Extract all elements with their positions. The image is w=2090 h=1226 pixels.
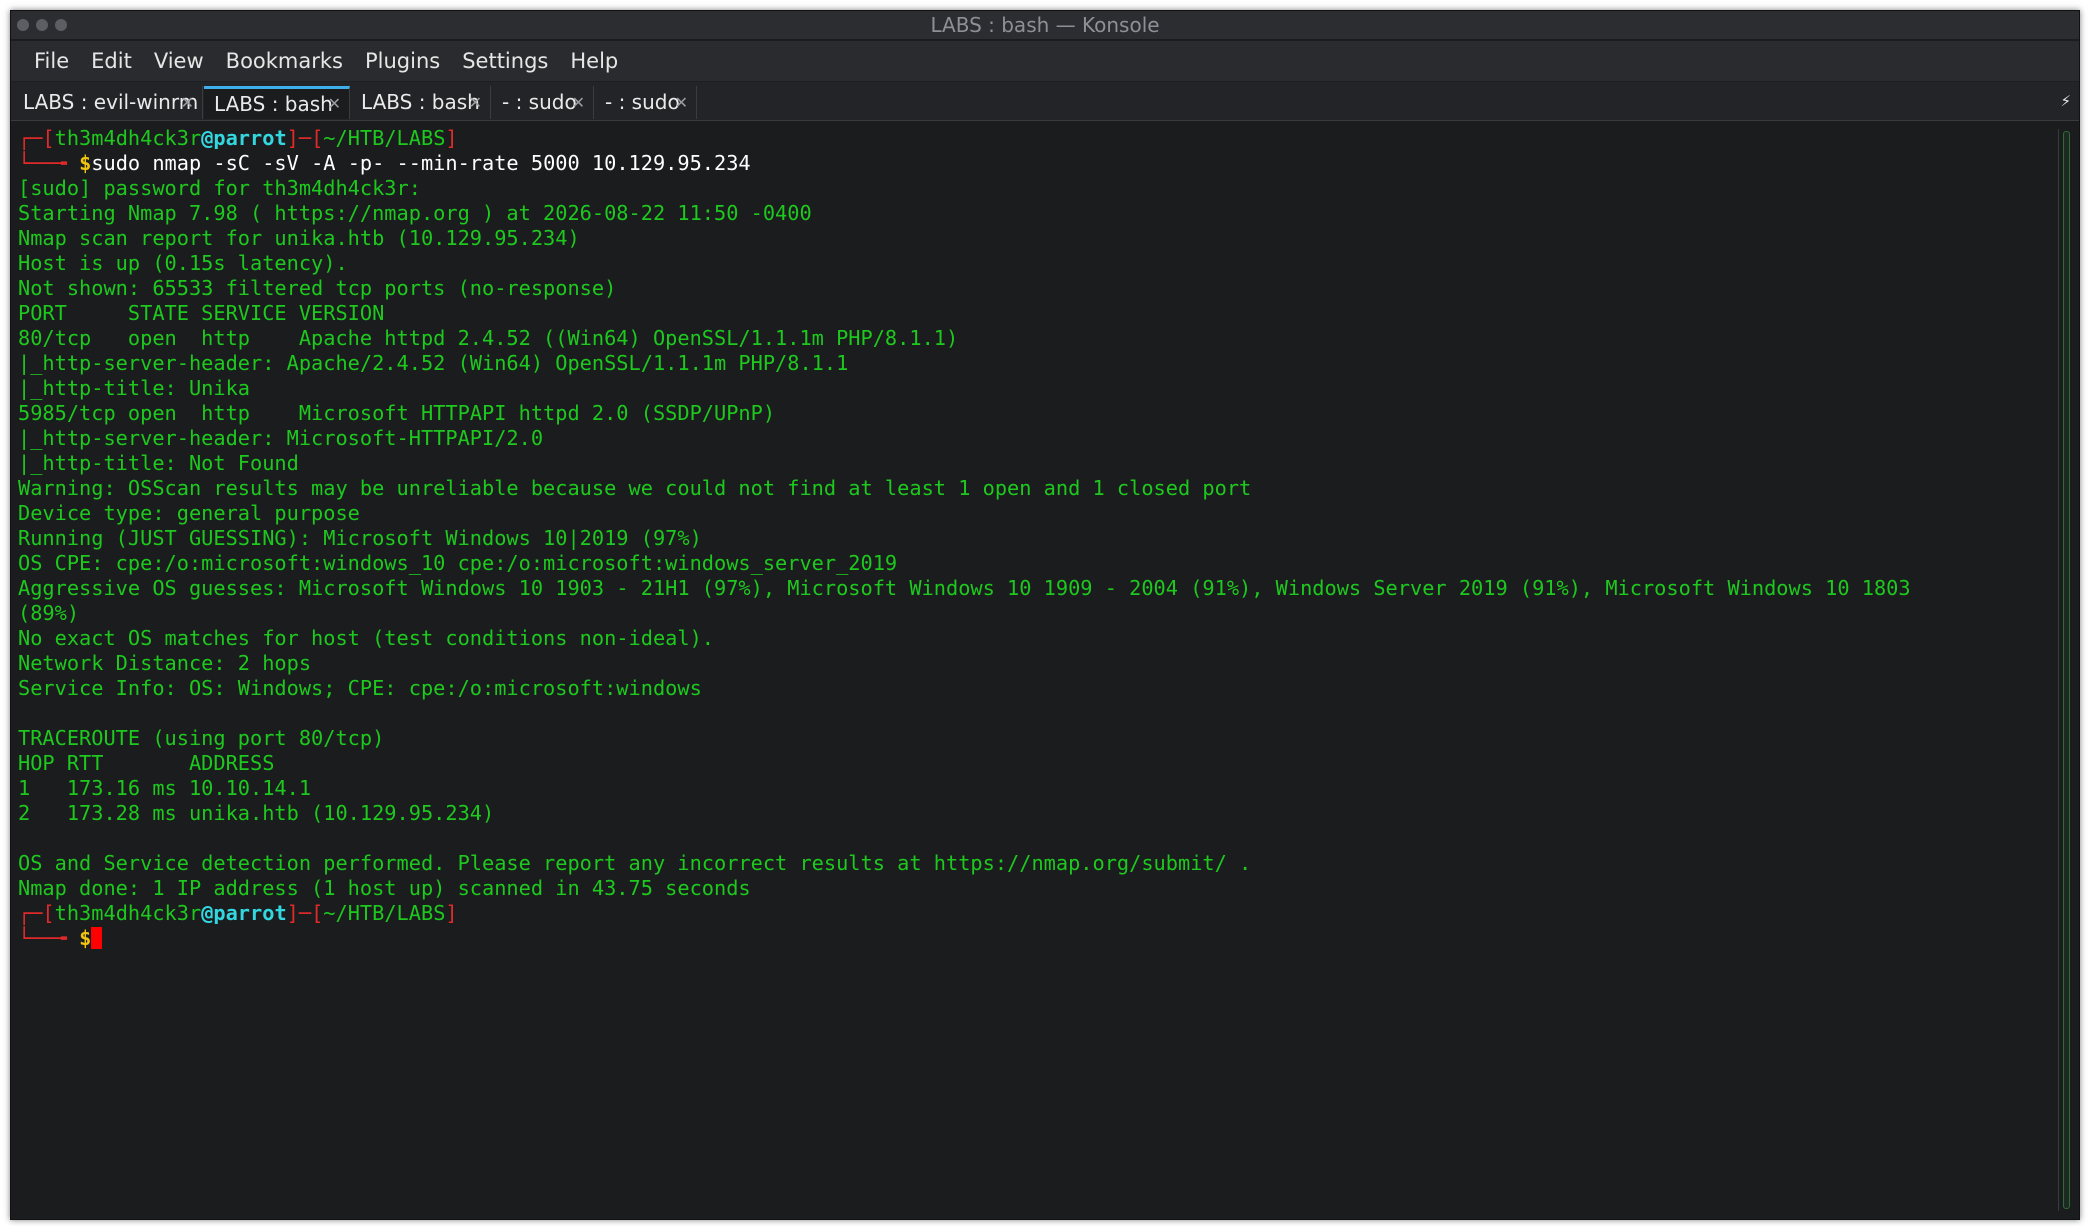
- close-icon[interactable]: ✕: [328, 89, 341, 119]
- output-line: Not shown: 65533 filtered tcp ports (no-…: [18, 276, 617, 300]
- terminal-area[interactable]: ┌─[th3m4dh4ck3r@parrot]─[~/HTB/LABS] └──…: [11, 121, 2051, 1219]
- menu-settings[interactable]: Settings: [451, 41, 559, 81]
- menu-bookmarks[interactable]: Bookmarks: [215, 41, 354, 81]
- prompt-at: @: [201, 126, 214, 150]
- menu-plugins[interactable]: Plugins: [354, 41, 451, 81]
- output-line: [sudo] password for th3m4dh4ck3r:: [18, 176, 421, 200]
- output-line: |_http-title: Unika: [18, 376, 250, 400]
- prompt-host: parrot: [213, 901, 287, 925]
- output-line: TRACEROUTE (using port 80/tcp): [18, 726, 385, 750]
- output-line: Running (JUST GUESSING): Microsoft Windo…: [18, 526, 702, 550]
- menu-help[interactable]: Help: [559, 41, 629, 81]
- menu-edit[interactable]: Edit: [80, 41, 143, 81]
- menu-file[interactable]: File: [23, 41, 80, 81]
- prompt-user: th3m4dh4ck3r: [54, 126, 202, 150]
- scrollbar-thumb[interactable]: [2063, 131, 2070, 1209]
- output-line: |_http-server-header: Microsoft-HTTPAPI/…: [18, 426, 544, 450]
- input-line[interactable]: └──╼ $: [18, 926, 103, 951]
- menu-bar: File Edit View Bookmarks Plugins Setting…: [11, 41, 2079, 82]
- tab-label: LABS : bash: [361, 90, 480, 114]
- prompt-at: @: [201, 901, 214, 925]
- close-icon[interactable]: ✕: [572, 86, 585, 119]
- output-line: Aggressive OS guesses: Microsoft Windows…: [18, 576, 1911, 600]
- close-icon[interactable]: ✕: [675, 86, 688, 119]
- prompt-symbol: $: [79, 926, 92, 950]
- close-icon[interactable]: ✕: [469, 86, 482, 119]
- output-line: Warning: OSScan results may be unreliabl…: [18, 476, 1252, 500]
- tab-label: LABS : bash: [214, 92, 333, 116]
- close-icon[interactable]: ✕: [181, 86, 194, 119]
- tab-label: - : sudo: [502, 90, 577, 114]
- tab-label: LABS : evil-winrm: [23, 90, 199, 114]
- output-line: Device type: general purpose: [18, 501, 360, 525]
- window-title: LABS : bash — Konsole: [930, 13, 1160, 37]
- output-line: HOP RTT ADDRESS: [18, 751, 275, 775]
- minimize-window-button[interactable]: [36, 19, 48, 31]
- prompt-line: ┌─[th3m4dh4ck3r@parrot]─[~/HTB/LABS]: [18, 901, 458, 925]
- output-line: |_http-server-header: Apache/2.4.52 (Win…: [18, 351, 849, 375]
- prompt-line: ┌─[th3m4dh4ck3r@parrot]─[~/HTB/LABS]: [18, 126, 458, 150]
- prompt-host: parrot: [213, 126, 287, 150]
- prompt-symbol: $: [79, 151, 92, 175]
- prompt-path: ~/HTB/LABS: [323, 126, 446, 150]
- output-line: No exact OS matches for host (test condi…: [18, 626, 714, 650]
- tab-bash-active[interactable]: LABS : bash ✕: [204, 86, 350, 119]
- title-bar[interactable]: LABS : bash — Konsole: [11, 11, 2079, 39]
- quick-commands-icon[interactable]: ⚡: [2060, 92, 2071, 110]
- output-line: 80/tcp open http Apache httpd 2.4.52 ((W…: [18, 326, 959, 350]
- maximize-window-button[interactable]: [55, 19, 67, 31]
- output-line: OS and Service detection performed. Plea…: [18, 851, 1252, 875]
- prompt-user: th3m4dh4ck3r: [54, 901, 202, 925]
- command-line: └──╼ $sudo nmap -sC -sV -A -p- --min-rat…: [18, 151, 751, 175]
- output-line: Nmap done: 1 IP address (1 host up) scan…: [18, 876, 751, 900]
- tab-sudo-2[interactable]: - : sudo ✕: [595, 86, 697, 119]
- output-line: PORT STATE SERVICE VERSION: [18, 301, 385, 325]
- prompt-path: ~/HTB/LABS: [323, 901, 446, 925]
- tab-evil-winrm[interactable]: LABS : evil-winrm ✕: [13, 86, 203, 119]
- output-line: OS CPE: cpe:/o:microsoft:windows_10 cpe:…: [18, 551, 898, 575]
- output-line: Host is up (0.15s latency).: [18, 251, 348, 275]
- tab-bar: LABS : evil-winrm ✕ LABS : bash ✕ LABS :…: [11, 82, 2079, 121]
- window-controls: [17, 19, 67, 31]
- text-cursor: [91, 927, 103, 949]
- command-text: sudo nmap -sC -sV -A -p- --min-rate 5000…: [91, 151, 751, 175]
- output-line: Nmap scan report for unika.htb (10.129.9…: [18, 226, 580, 250]
- close-window-button[interactable]: [17, 19, 29, 31]
- scrollbar[interactable]: [2058, 129, 2073, 1211]
- konsole-window: LABS : bash — Konsole File Edit View Boo…: [10, 10, 2080, 1220]
- output-line: (89%): [18, 601, 80, 625]
- output-line: Starting Nmap 7.98 ( https://nmap.org ) …: [18, 201, 812, 225]
- tab-sudo-1[interactable]: - : sudo ✕: [492, 86, 594, 119]
- output-line: 2 173.28 ms unika.htb (10.129.95.234): [18, 801, 495, 825]
- output-line: Network Distance: 2 hops: [18, 651, 312, 675]
- output-line: |_http-title: Not Found: [18, 451, 299, 475]
- output-line: 1 173.16 ms 10.10.14.1: [18, 776, 312, 800]
- output-line: Service Info: OS: Windows; CPE: cpe:/o:m…: [18, 676, 702, 700]
- menu-view[interactable]: View: [143, 41, 215, 81]
- tab-label: - : sudo: [605, 90, 680, 114]
- output-line: 5985/tcp open http Microsoft HTTPAPI htt…: [18, 401, 776, 425]
- tab-bash[interactable]: LABS : bash ✕: [351, 86, 491, 119]
